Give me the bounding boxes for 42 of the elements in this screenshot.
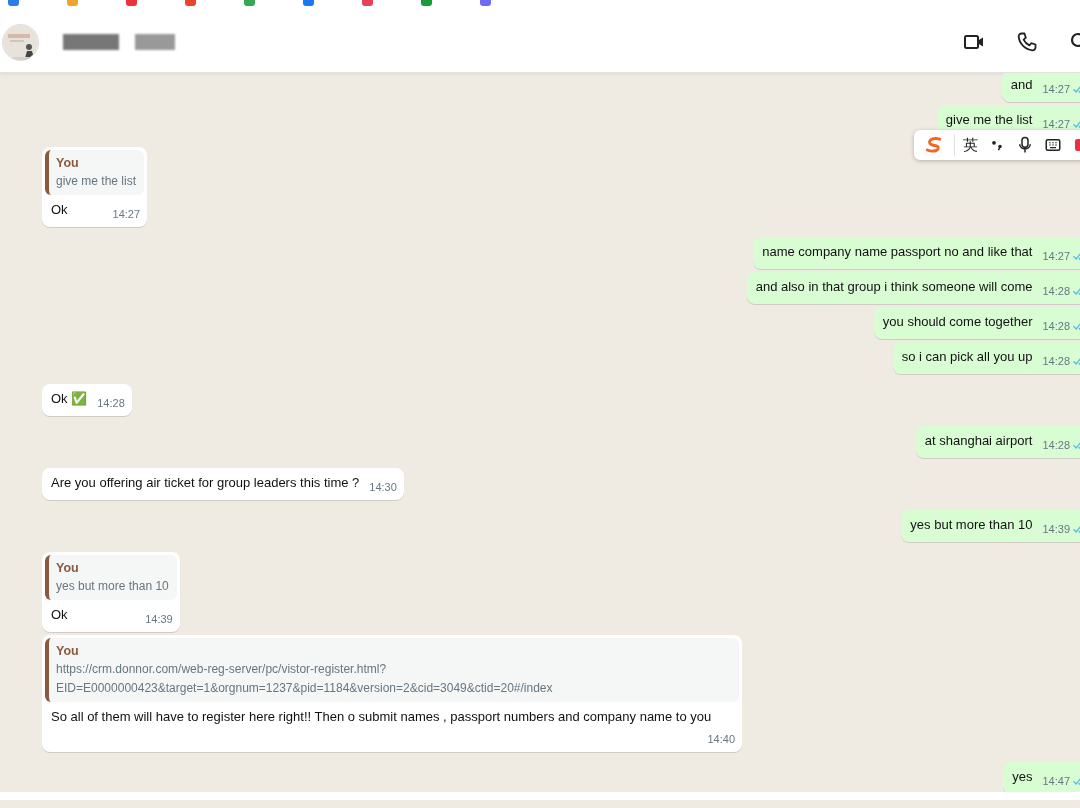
keyboard-icon[interactable] [1044, 136, 1062, 154]
phone-icon[interactable] [1015, 30, 1039, 54]
message-text: yes [1012, 769, 1033, 784]
message-time: 14:27 [1042, 117, 1080, 131]
message-text: yes but more than 10 [910, 517, 1033, 532]
message-time: 14:27 [1042, 249, 1080, 263]
message-text: give me the list [945, 112, 1033, 127]
message-text: so i can pick all you up [901, 349, 1033, 364]
message-text: Ok [51, 607, 68, 622]
quoted-message[interactable]: You yes but more than 10 [45, 555, 177, 600]
microphone-icon[interactable] [1016, 136, 1034, 154]
quoted-message[interactable]: You give me the list [45, 150, 145, 195]
message-time: 14:28 [1042, 354, 1080, 368]
message-text: Are you offering air ticket for group leaders this time ? [51, 475, 360, 490]
message-text: you should come together [882, 314, 1033, 329]
message-time: 14:39 [145, 612, 173, 626]
message-time: 14:28 [1042, 284, 1080, 298]
message-time: 14:47 [1042, 774, 1080, 788]
message-text: Ok [51, 202, 68, 217]
quoted-message[interactable]: You https://crm.donnor.com/web-reg-server/pc/vistor-register.html? EID=E0000000423&target=1&orgnum=1237&pid=1184&version=2&cid=3049&ctid=20#/index [45, 638, 739, 702]
quote-text: give me the list [56, 173, 137, 190]
message-text: name company name passport no and like that [762, 244, 1033, 259]
message-text: at shanghai airport [924, 433, 1033, 448]
quote-author: You [56, 155, 80, 171]
language-mode-toggle[interactable]: 英 [954, 133, 978, 157]
quote-text: yes but more than 10 [56, 578, 169, 595]
message-time: 14:28 [1042, 438, 1080, 452]
message-time: 14:39 [1042, 522, 1080, 536]
message-text: and also in that group i think someone will come [755, 279, 1033, 294]
message-time: 14:28 [1042, 319, 1080, 333]
message-text: So all of them will have to register here right!! Then o submit names , passport numbers and company name to you [51, 709, 712, 724]
message-text: and [1010, 77, 1033, 92]
message-time: 14:27 [1042, 82, 1080, 96]
quote-author: You [56, 560, 80, 576]
quote-text: https://crm.donnor.com/web-reg-server/pc/vistor-register.html? EID=E0000000423&target=1&orgnum=1237&pid=1184&version=2&cid=3049&ctid=20#/index [56, 661, 554, 697]
quote-author: You [56, 643, 80, 659]
message-time: 14:28 [97, 396, 125, 410]
message-time: 14:27 [112, 207, 141, 221]
message-time: 14:30 [369, 480, 397, 494]
message-time: 14:40 [707, 732, 735, 746]
s-logo-icon[interactable] [924, 135, 944, 155]
message-text: Ok ✅ [51, 391, 88, 406]
